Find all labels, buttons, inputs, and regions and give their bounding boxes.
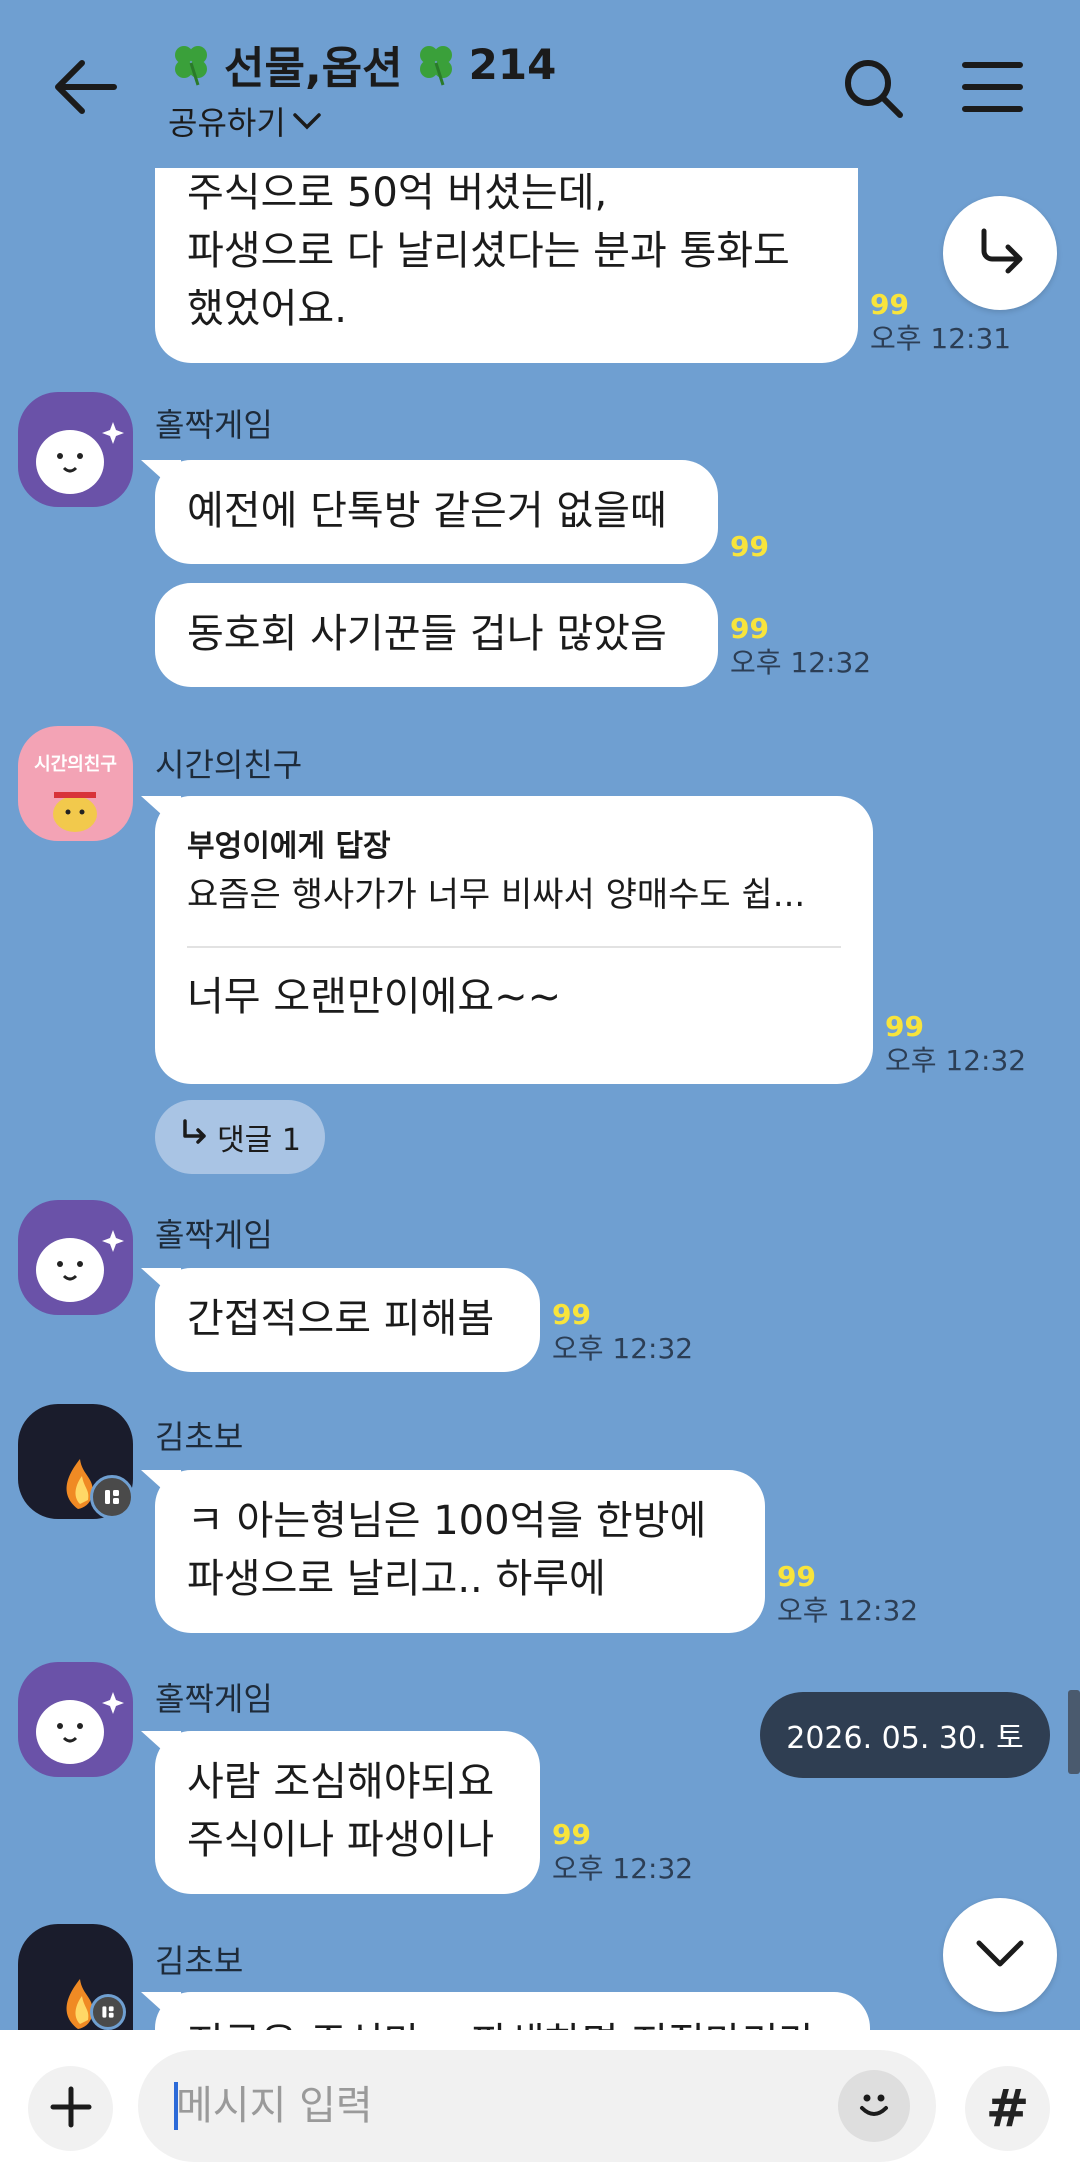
attach-button[interactable] xyxy=(28,2066,113,2151)
reply-divider xyxy=(187,946,841,948)
message-time: 오후 12:31 xyxy=(870,322,1012,355)
message-bubble[interactable]: 예전에 단톡방 같은거 없을때 xyxy=(155,460,718,564)
menu-icon[interactable] xyxy=(960,55,1025,120)
message-text: 예전에 단톡방 같은거 없을때 xyxy=(187,488,667,534)
message-bubble[interactable]: 동호회 사기꾼들 겁나 많았음 xyxy=(155,583,718,687)
sender-name: 홀짝게임 xyxy=(155,1216,273,1254)
message-time: 오후 12:32 xyxy=(552,1332,694,1365)
date-indicator: 2026. 05. 30. 토 xyxy=(760,1692,1050,1778)
message-bubble[interactable]: 지금은 주식만... 파생하면 지질마리라 xyxy=(155,1992,870,2030)
message-input-bar: # xyxy=(0,2030,1080,2177)
message-text: 간접적으로 피해봄 xyxy=(187,1296,495,1342)
message-meta: 99 xyxy=(730,530,769,564)
message-bubble[interactable]: 간접적으로 피해봄 xyxy=(155,1268,540,1372)
emoji-button[interactable] xyxy=(838,2070,910,2142)
thread-replies-button[interactable]: 댓글 1 xyxy=(155,1100,325,1174)
reply-preview-text[interactable]: 요즘은 행사가가 너무 비싸서 양매수도 쉽... xyxy=(187,870,841,920)
plus-icon xyxy=(49,2085,93,2133)
text-caret xyxy=(174,2082,178,2130)
unread-count: 99 xyxy=(777,1560,816,1593)
avatar-badge-icon xyxy=(90,1475,134,1519)
avatar[interactable]: 시간의친구 xyxy=(18,726,133,841)
sender-name: 김초보 xyxy=(155,1942,244,1980)
sender-name: 홀짝게임 xyxy=(155,1680,273,1718)
thread-replies-label: 댓글 1 xyxy=(217,1123,301,1158)
message-bubble-clip: 지금은 주식만... 파생하면 지질마리라 xyxy=(140,1992,880,2030)
clover-icon xyxy=(413,41,459,87)
avatar-badge-icon xyxy=(90,1994,126,2030)
unread-count: 99 xyxy=(730,612,769,645)
message-text: 지금은 주식만... 파생하면 지질마리라 xyxy=(187,2020,815,2030)
message-meta: 99 오후 12:32 xyxy=(730,612,871,680)
smiley-icon xyxy=(850,2080,898,2132)
thread-arrow-icon xyxy=(179,1118,209,1156)
message-time: 오후 12:32 xyxy=(730,646,872,679)
message-input-container[interactable] xyxy=(138,2050,936,2162)
sender-name: 홀짝게임 xyxy=(155,406,273,444)
message-text: 주식으로 50억 버셨는데, 파생으로 다 날리셨다는 분과 통화도 했었어요. xyxy=(187,170,790,332)
message-time: 오후 12:32 xyxy=(777,1594,919,1627)
reply-target-label[interactable]: 부엉이에게 답장 xyxy=(187,824,841,870)
reply-message-bubble[interactable]: 부엉이에게 답장 요즘은 행사가가 너무 비싸서 양매수도 쉽... 너무 오랜… xyxy=(155,796,873,1084)
search-icon[interactable] xyxy=(840,55,905,120)
message-meta: 99 오후 12:32 xyxy=(777,1560,918,1628)
message-meta: 99 오후 12:32 xyxy=(552,1818,693,1886)
chat-title[interactable]: 선물,옵션 214 xyxy=(168,32,556,96)
share-button[interactable]: 공유하기 xyxy=(168,98,322,144)
chevron-down-icon xyxy=(292,102,322,140)
chevron-down-icon xyxy=(975,1938,1025,1972)
message-bubble[interactable]: 주식으로 50억 버셨는데, 파생으로 다 날리셨다는 분과 통화도 했었어요. xyxy=(155,168,858,363)
unread-count: 99 xyxy=(730,530,769,563)
message-bubble[interactable]: 사람 조심해야되요 주식이나 파생이나 xyxy=(155,1731,540,1894)
chat-header: 선물,옵션 214 공유하기 xyxy=(0,0,1080,165)
message-meta: 99 오후 12:32 xyxy=(885,1010,1026,1078)
chat-title-text: 선물,옵션 xyxy=(224,43,403,94)
message-text: 사람 조심해야되요 주식이나 파생이나 xyxy=(187,1759,495,1863)
back-arrow-icon[interactable] xyxy=(48,55,123,120)
message-time: 오후 12:32 xyxy=(885,1044,1027,1077)
scroll-to-bottom-button[interactable] xyxy=(943,1898,1057,2012)
forward-arrow-icon xyxy=(974,225,1026,281)
message-text: 너무 오랜만이에요~~ xyxy=(187,974,562,1020)
hashtag-button[interactable]: # xyxy=(965,2066,1050,2151)
share-forward-button[interactable] xyxy=(943,196,1057,310)
member-count: 214 xyxy=(468,39,557,89)
share-label: 공유하기 xyxy=(168,104,286,142)
message-text: ㅋ 아는형님은 100억을 한방에 파생으로 날리고.. 하루에 xyxy=(187,1498,707,1602)
message-text: 동호회 사기꾼들 겁나 많았음 xyxy=(187,611,667,657)
clover-icon xyxy=(168,41,214,87)
avatar[interactable] xyxy=(18,392,133,507)
sender-name: 김초보 xyxy=(155,1418,244,1456)
avatar[interactable] xyxy=(18,1200,133,1315)
unread-count: 99 xyxy=(552,1298,591,1331)
unread-count: 99 xyxy=(885,1010,924,1043)
avatar[interactable] xyxy=(18,1662,133,1777)
sender-name: 시간의친구 xyxy=(155,746,303,784)
message-input[interactable] xyxy=(174,2080,778,2132)
message-meta: 99 오후 12:32 xyxy=(552,1298,693,1366)
message-bubble[interactable]: ㅋ 아는형님은 100억을 한방에 파생으로 날리고.. 하루에 xyxy=(155,1470,765,1633)
message-time: 오후 12:32 xyxy=(552,1852,694,1885)
unread-count: 99 xyxy=(552,1818,591,1851)
scrollbar-thumb[interactable] xyxy=(1068,1690,1080,1774)
